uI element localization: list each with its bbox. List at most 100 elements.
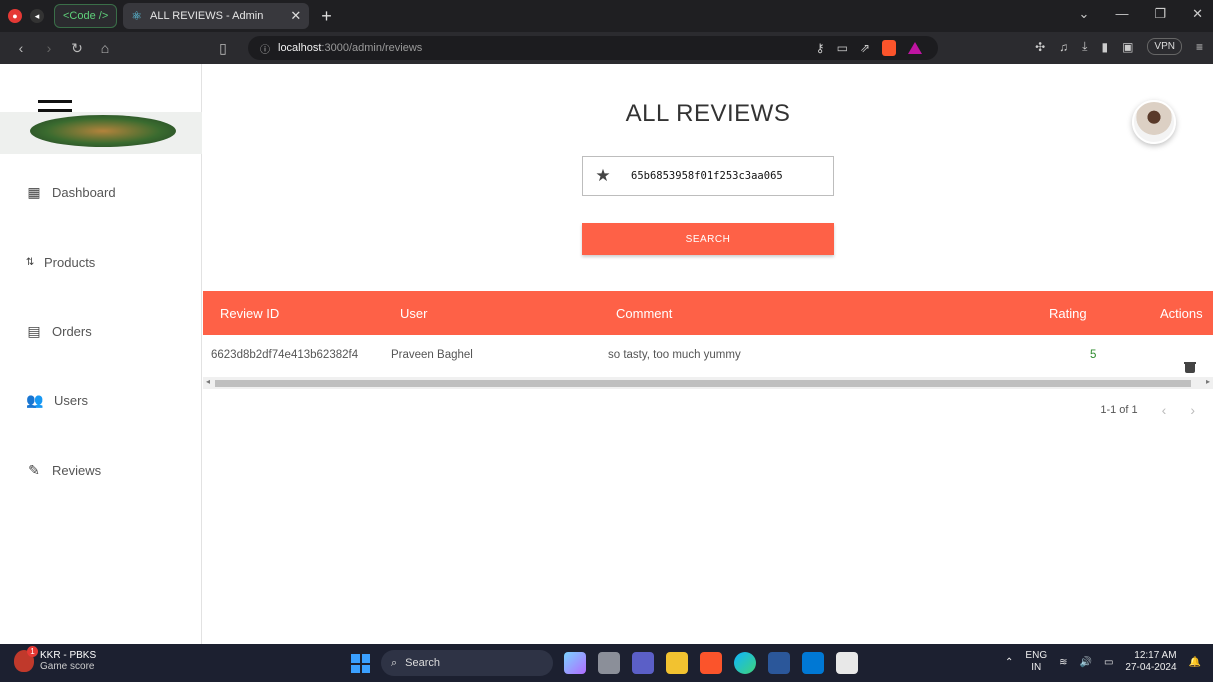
search-button[interactable]: SEARCH: [582, 223, 834, 255]
back-icon[interactable]: ‹: [14, 40, 28, 56]
copilot-icon[interactable]: [564, 652, 586, 674]
task-view-icon[interactable]: [598, 652, 620, 674]
next-page-icon[interactable]: ›: [1190, 402, 1195, 418]
tab-group[interactable]: <Code />: [54, 4, 118, 28]
taskbar: 1 KKR - PBKS Game score ⌕ Search ⌃ ENG I…: [0, 644, 1213, 682]
battery-icon[interactable]: ▭: [1104, 657, 1113, 668]
notifications-icon[interactable]: 🔔: [1189, 657, 1201, 668]
pagination-range: 1-1 of 1: [1100, 404, 1138, 416]
sidebar-item-dashboard[interactable]: ▦ Dashboard: [26, 183, 115, 200]
share-icon[interactable]: ⇗: [860, 41, 870, 55]
reload-icon[interactable]: ↻: [70, 40, 84, 57]
scroll-left-icon[interactable]: ◂: [206, 377, 210, 386]
column-header-review-id[interactable]: Review ID: [220, 306, 279, 321]
volume-icon[interactable]: 🔊: [1079, 657, 1091, 668]
rate-review-icon: ✎: [28, 461, 40, 478]
sidebar-item-label: Products: [44, 254, 96, 270]
sidebar-item-orders[interactable]: ▤ Orders: [26, 322, 92, 339]
main-content: ALL REVIEWS ★ SEARCH Review ID User Comm…: [203, 64, 1213, 644]
column-header-comment[interactable]: Comment: [616, 306, 672, 321]
file-explorer-icon[interactable]: [666, 652, 688, 674]
restore-icon[interactable]: ❐: [1154, 6, 1166, 22]
media-icon[interactable]: ●: [8, 9, 22, 23]
snipping-tool-icon[interactable]: [836, 652, 858, 674]
speaker-icon[interactable]: ◂: [30, 9, 44, 23]
new-tab-button[interactable]: +: [321, 6, 332, 27]
vpn-button[interactable]: VPN: [1147, 38, 1182, 55]
column-header-rating[interactable]: Rating: [1049, 306, 1087, 321]
menu-icon[interactable]: ≡: [1196, 40, 1203, 54]
vscode-icon[interactable]: [802, 652, 824, 674]
sidebar-item-reviews[interactable]: ✎ Reviews: [26, 462, 101, 478]
table-header: Review ID User Comment Rating Actions: [203, 291, 1213, 335]
forward-icon[interactable]: ›: [42, 40, 56, 56]
extensions-icon[interactable]: ✣: [1035, 40, 1045, 54]
hamburger-menu-icon[interactable]: [38, 100, 72, 118]
sidebar-item-label: Reviews: [52, 462, 102, 478]
bookmark-icon[interactable]: ▯: [216, 40, 230, 57]
search-icon: ⌕: [391, 656, 398, 669]
browser-tab[interactable]: ⚛ ALL REVIEWS - Admin ✕: [123, 3, 310, 29]
sidebar-toggle-icon[interactable]: ▮: [1101, 40, 1108, 54]
rating-cell: 5: [1090, 349, 1097, 361]
import-export-icon: ⇅: [25, 256, 35, 268]
score-title: KKR - PBKS: [40, 650, 97, 661]
download-icon[interactable]: ⤓: [1082, 39, 1087, 54]
dashboard-icon: ▦: [27, 183, 41, 200]
wallet-icon[interactable]: ▣: [1122, 40, 1133, 54]
teams-icon[interactable]: [632, 652, 654, 674]
home-icon[interactable]: ⌂: [98, 40, 112, 56]
list-alt-icon: ▤: [27, 322, 41, 339]
brave-shields-icon[interactable]: [882, 40, 896, 56]
delete-icon[interactable]: [1184, 349, 1196, 373]
edge-icon[interactable]: [734, 652, 756, 674]
previous-page-icon[interactable]: ‹: [1162, 402, 1167, 418]
window-controls: ⌄ — ❐ ✕: [1079, 6, 1203, 22]
music-icon[interactable]: ♫: [1059, 40, 1068, 54]
taskbar-search[interactable]: ⌕ Search: [381, 650, 553, 676]
sidebar-item-label: Orders: [52, 323, 92, 339]
scroll-right-icon[interactable]: ▸: [1206, 377, 1210, 386]
close-window-icon[interactable]: ✕: [1192, 6, 1203, 22]
product-id-input[interactable]: [631, 170, 831, 182]
browser-tab-bar: ● ◂ <Code /> ⚛ ALL REVIEWS - Admin ✕ + ⌄…: [0, 0, 1213, 32]
sidebar-item-products[interactable]: ⇅ Products: [25, 254, 96, 270]
table-row[interactable]: 6623d8b2df74e413b62382f4 Praveen Baghel …: [203, 336, 1213, 376]
notification-badge: 1: [27, 646, 38, 657]
horizontal-scrollbar[interactable]: ◂ ▸: [203, 377, 1213, 389]
key-icon[interactable]: ⚷: [816, 41, 825, 55]
star-icon: ★: [595, 166, 611, 185]
sidebar: ▦ Dashboard ⇅ Products ▤ Orders 👥 Users …: [0, 64, 202, 644]
url-bar[interactable]: ⓘ localhost:3000/admin/reviews ⚷ ▭ ⇗: [248, 36, 938, 60]
word-icon[interactable]: [768, 652, 790, 674]
close-tab-icon[interactable]: ✕: [290, 8, 301, 24]
minimize-icon[interactable]: —: [1115, 6, 1128, 22]
url-host: localhost: [278, 42, 322, 54]
sidebar-item-label: Users: [54, 392, 88, 408]
user-avatar[interactable]: [1132, 100, 1176, 144]
show-hidden-icons-icon[interactable]: ⌃: [1005, 657, 1013, 668]
brave-browser-icon[interactable]: [700, 652, 722, 674]
brave-rewards-icon[interactable]: [908, 42, 922, 54]
browser-tools: ✣ ♫ ⤓ ▮ ▣ VPN ≡: [1035, 38, 1203, 55]
site-info-icon[interactable]: ⓘ: [260, 41, 270, 56]
user-cell: Praveen Baghel: [391, 349, 473, 361]
score-widget[interactable]: 1 KKR - PBKS Game score: [14, 646, 97, 672]
clock-time: 12:17 AM: [1134, 650, 1177, 661]
page-title: ALL REVIEWS: [625, 100, 791, 127]
taskbar-search-label: Search: [405, 657, 441, 669]
scrollbar-thumb[interactable]: [215, 380, 1191, 387]
url-actions: ⚷ ▭ ⇗: [816, 40, 922, 56]
cast-icon[interactable]: ▭: [837, 41, 848, 55]
column-header-actions[interactable]: Actions: [1160, 306, 1203, 321]
windows-start-icon[interactable]: [351, 654, 370, 673]
pagination: 1-1 of 1 ‹ ›: [1100, 402, 1195, 418]
sidebar-item-users[interactable]: 👥 Users: [26, 392, 88, 408]
column-header-user[interactable]: User: [400, 306, 427, 321]
wifi-icon[interactable]: ≋: [1059, 657, 1067, 668]
clock[interactable]: 12:17 AM 27-04-2024: [1125, 650, 1176, 674]
logo[interactable]: [0, 112, 202, 154]
tab-search-icon[interactable]: ⌄: [1079, 6, 1090, 22]
logo-emblem: [30, 115, 176, 147]
language-indicator[interactable]: ENG IN: [1025, 650, 1047, 674]
